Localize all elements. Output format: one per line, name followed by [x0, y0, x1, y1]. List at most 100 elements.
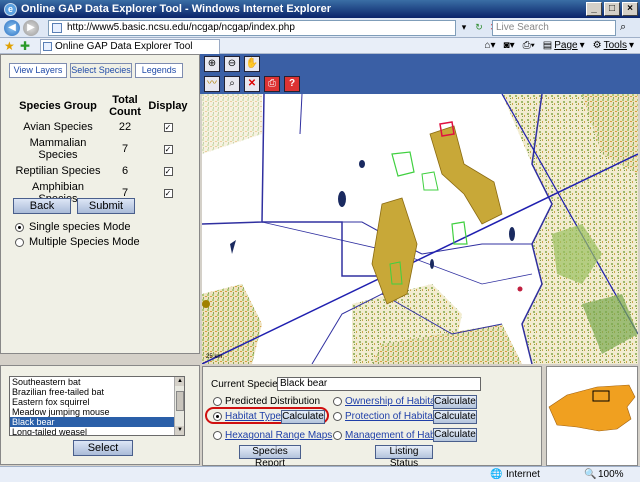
protection-calculate-button[interactable]: Calculate [433, 410, 477, 424]
species-report-button[interactable]: Species Report [239, 445, 301, 469]
live-search-input[interactable]: Live Search [492, 20, 616, 36]
overview-map-canvas [548, 384, 636, 432]
feeds-icon[interactable]: ◙▾ [504, 38, 515, 54]
tab-page-icon [43, 42, 52, 51]
map-canvas [202, 94, 638, 364]
display-checkbox[interactable]: ✓ [163, 189, 173, 198]
favorites-star-icon[interactable]: ★ [4, 39, 15, 53]
tab-legends[interactable]: Legends [135, 63, 183, 78]
header-species-group: Species Group [19, 100, 97, 112]
page-icon [52, 23, 62, 33]
zoom-in-icon[interactable]: ⊕ [204, 56, 220, 72]
multiple-mode-radio[interactable] [15, 237, 24, 247]
tools-menu[interactable]: ⚙ Tools ▾ [593, 38, 634, 54]
add-favorites-icon[interactable]: ✚ [20, 39, 30, 53]
table-row: Mammalian Species 7 ✓ [11, 135, 191, 163]
hexagonal-range-maps-link[interactable]: Hexagonal Range Maps [225, 430, 332, 441]
table-row: Avian Species 22 ✓ [11, 119, 191, 135]
address-url: http://www5.basic.ncsu.edu/ncgap/ncgap/i… [67, 22, 295, 33]
map-view[interactable]: 25 km [202, 94, 638, 364]
species-listbox[interactable]: Southeastern bat Brazilian free-tailed b… [9, 376, 185, 436]
tab-bar: ★ ✚ Online GAP Data Explorer Tool ⌂▾ ◙▾ … [0, 38, 640, 54]
management-calculate-button[interactable]: Calculate [433, 428, 477, 442]
scroll-down-icon[interactable]: ▼ [175, 426, 184, 435]
page-menu[interactable]: ▤ Page ▾ [543, 38, 585, 54]
close-icon[interactable]: × [622, 2, 638, 16]
maximize-icon[interactable]: □ [604, 2, 620, 16]
list-item[interactable]: Long-tailed weasel [10, 427, 184, 435]
listing-status-button[interactable]: Listing Status [375, 445, 433, 469]
list-item[interactable]: Southeastern bat [10, 377, 184, 387]
list-item[interactable]: Brazilian free-tailed bat [10, 387, 184, 397]
species-list-panel: Southeastern bat Brazilian free-tailed b… [0, 365, 200, 465]
internet-zone-icon: 🌐 [490, 469, 503, 480]
tab-view-layers[interactable]: View Layers [9, 63, 67, 78]
ownership-calculate-button[interactable]: Calculate [433, 395, 477, 409]
list-item[interactable]: Eastern fox squirrel [10, 397, 184, 407]
window-title: Online GAP Data Explorer Tool - Windows … [21, 3, 331, 15]
address-toolbar: ◀ ▶ http://www5.basic.ncsu.edu/ncgap/ncg… [0, 18, 640, 38]
habitat-types-radio[interactable] [213, 412, 222, 421]
refresh-icon[interactable]: ↻ [473, 21, 485, 34]
print-icon[interactable]: ⎙▾ [523, 38, 535, 54]
habitat-types-link[interactable]: Habitat Types [225, 411, 286, 422]
forward-arrow-icon[interactable]: ▶ [23, 19, 39, 36]
help-icon[interactable]: ? [284, 76, 300, 92]
address-field[interactable]: http://www5.basic.ncsu.edu/ncgap/ncgap/i… [48, 20, 456, 36]
header-total-count: Total Count [109, 94, 141, 118]
identify-icon[interactable]: 〰 [204, 76, 220, 92]
home-icon[interactable]: ⌂▾ [484, 38, 495, 54]
tab-select-species[interactable]: Select Species [70, 63, 132, 78]
ownership-of-habitat-link[interactable]: Ownership of Habitat [345, 396, 438, 407]
clear-icon[interactable]: ✕ [244, 76, 260, 92]
management-radio[interactable] [333, 431, 342, 440]
multiple-species-mode-option[interactable]: Multiple Species Mode [15, 236, 140, 248]
current-species-field[interactable]: Black bear [277, 377, 481, 391]
species-count: 7 [121, 143, 129, 155]
hexagonal-range-radio[interactable] [213, 431, 222, 440]
species-selection-panel: View Layers Select Species Legends Speci… [0, 54, 200, 354]
list-item[interactable]: Meadow jumping mouse [10, 407, 184, 417]
ownership-radio[interactable] [333, 397, 342, 406]
zoom-level[interactable]: 100% [598, 469, 624, 480]
scroll-up-icon[interactable]: ▲ [175, 377, 184, 386]
zoom-out-icon[interactable]: ⊖ [224, 56, 240, 72]
map-toolbar: ⊕ ⊖ ✋ 〰 ⌕ ✕ ⎙ ? [200, 54, 640, 94]
header-display: Display [148, 100, 188, 112]
browser-tab[interactable]: Online GAP Data Explorer Tool [40, 39, 220, 54]
tab-title: Online GAP Data Explorer Tool [55, 41, 193, 52]
protection-radio[interactable] [333, 412, 342, 421]
display-checkbox[interactable]: ✓ [163, 167, 173, 176]
species-count: 6 [121, 165, 129, 177]
status-bar: 🌐 Internet 🔍 100% [0, 466, 640, 482]
species-analysis-panel: Current Species: Black bear Predicted Di… [202, 366, 542, 469]
map-scale-label: 25 km [206, 354, 223, 360]
species-group-table: Species Group Total Count Display Avian … [11, 93, 191, 207]
habitat-types-calculate-button[interactable]: Calculate [281, 410, 325, 424]
single-species-mode-option[interactable]: Single species Mode [15, 221, 131, 233]
dropdown-icon[interactable]: ▾ [458, 21, 470, 34]
zoom-icon[interactable]: 🔍 [584, 469, 596, 480]
overview-map[interactable] [546, 366, 638, 466]
listbox-scrollbar[interactable]: ▲ ▼ [174, 377, 184, 435]
pan-hand-icon[interactable]: ✋ [244, 56, 260, 72]
protection-of-habitat-link[interactable]: Protection of Habitat [345, 411, 436, 422]
search-icon[interactable]: ⌕ [620, 21, 626, 34]
display-checkbox[interactable]: ✓ [163, 145, 173, 154]
back-button[interactable]: Back [13, 198, 71, 214]
multiple-mode-label: Multiple Species Mode [29, 236, 140, 248]
submit-button[interactable]: Submit [77, 198, 135, 214]
scroll-thumb[interactable] [176, 391, 184, 411]
zone-label: Internet [506, 469, 540, 480]
species-count: 22 [118, 121, 132, 133]
select-species-button[interactable]: Select [73, 440, 133, 456]
display-checkbox[interactable]: ✓ [163, 123, 173, 132]
predicted-distribution-radio[interactable] [213, 397, 222, 406]
minimize-icon[interactable]: _ [586, 2, 602, 16]
single-mode-radio[interactable] [15, 222, 24, 232]
back-arrow-icon[interactable]: ◀ [4, 19, 20, 36]
zoom-extent-icon[interactable]: ⌕ [224, 76, 240, 92]
panel-tabs: View Layers Select Species Legends [9, 63, 183, 78]
print-map-icon[interactable]: ⎙ [264, 76, 280, 92]
list-item-selected[interactable]: Black bear [10, 417, 184, 427]
